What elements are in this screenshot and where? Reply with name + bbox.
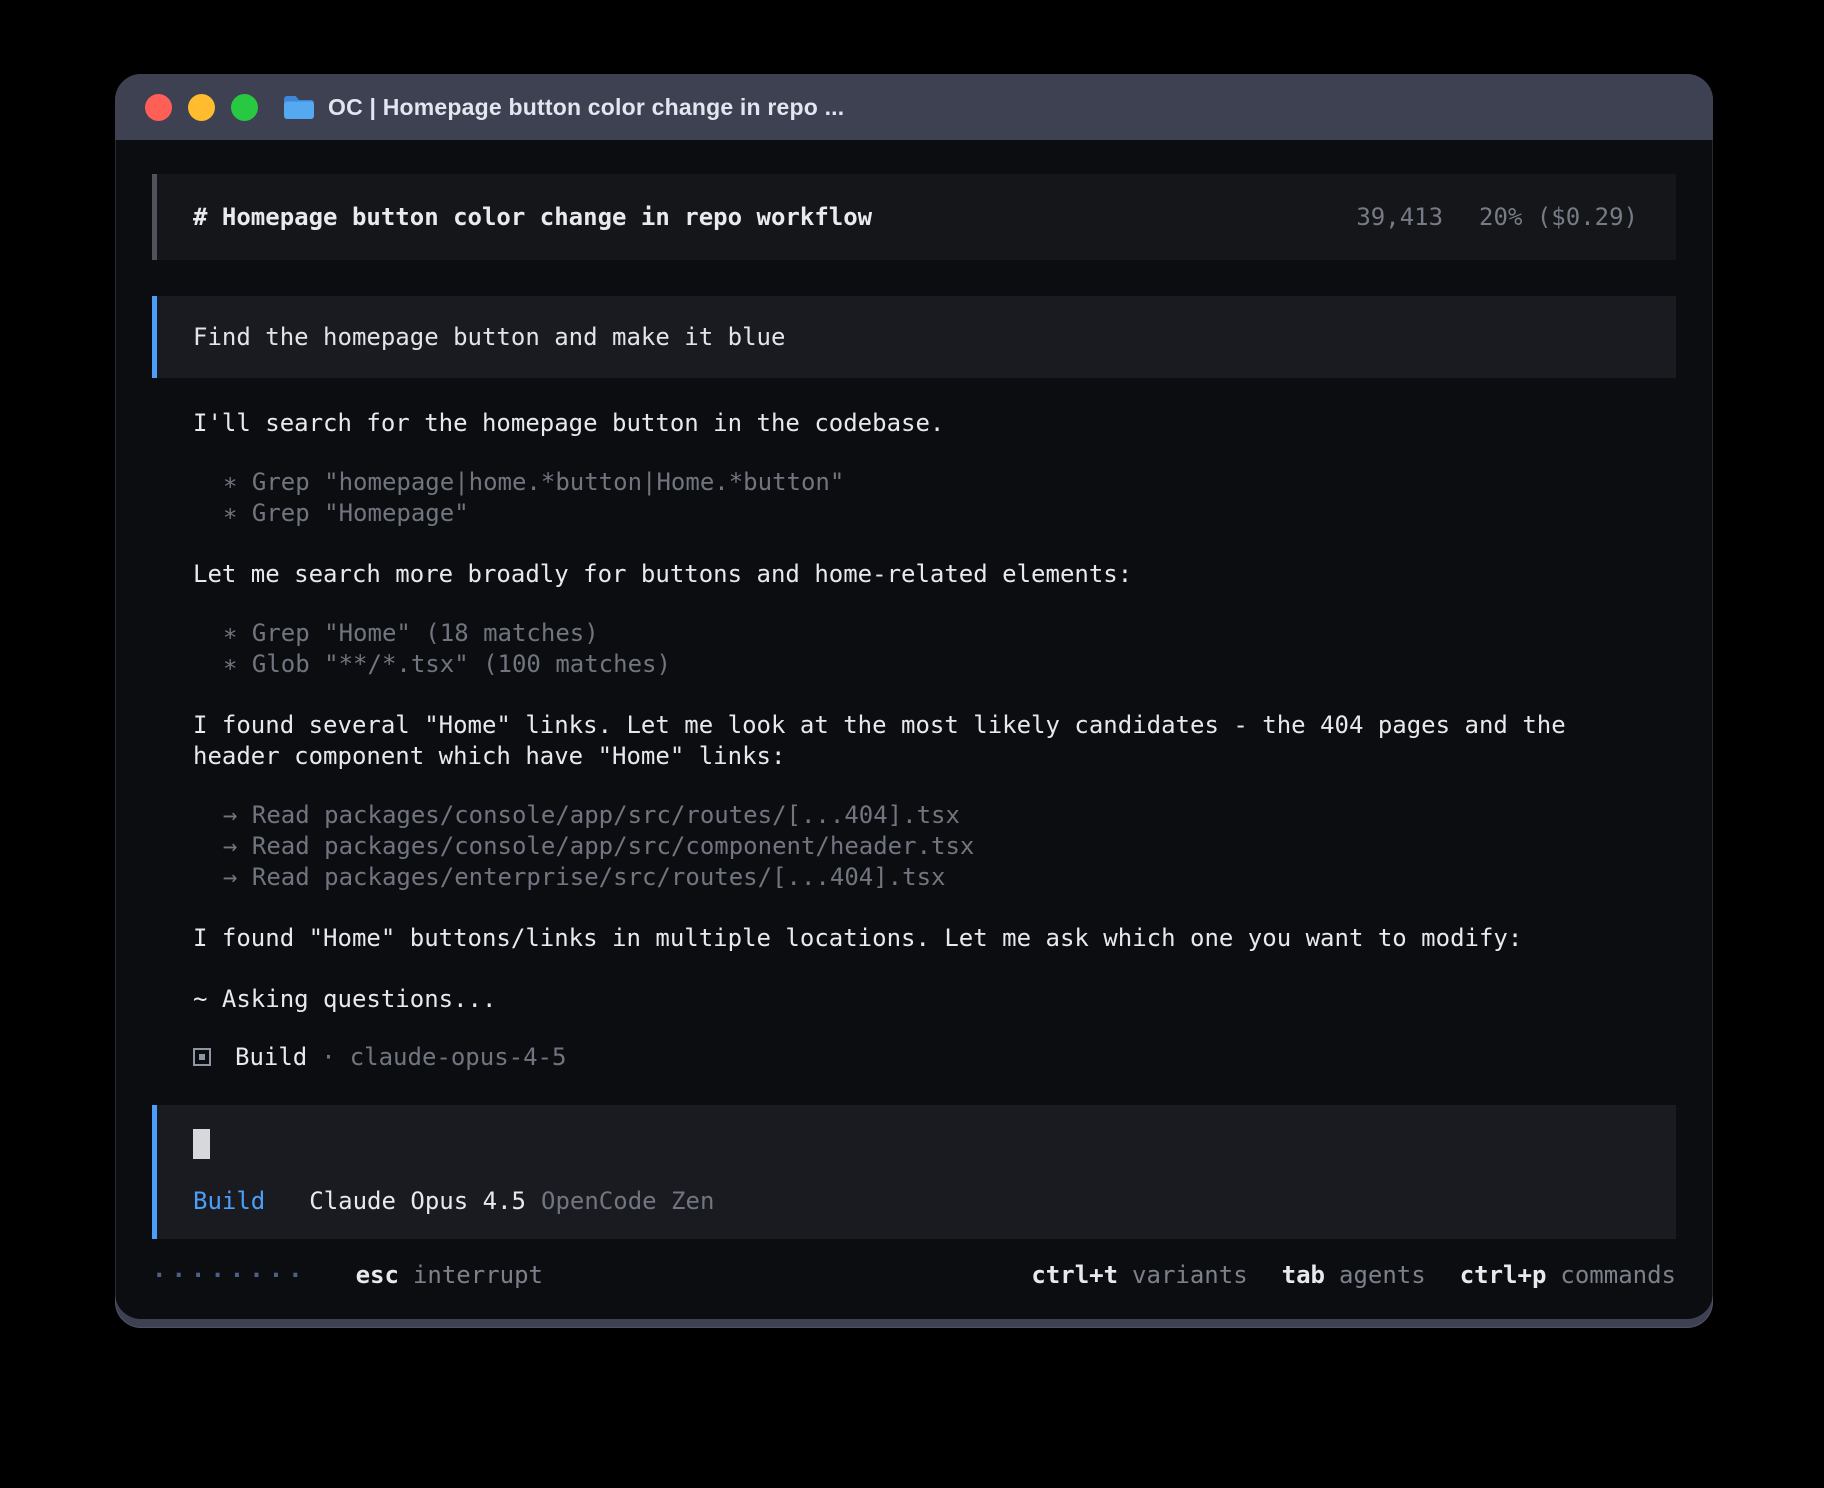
context-usage: 20% ($0.29) [1479,203,1638,231]
agent-model: claude-opus-4-5 [350,1043,567,1071]
session-header: # Homepage button color change in repo w… [152,174,1676,260]
tool-call-group: ∗ Grep "Home" (18 matches) ∗ Glob "**/*.… [193,618,1676,680]
tool-call-line: → Read packages/enterprise/src/routes/[.… [193,862,1676,893]
tool-call-line: ∗ Grep "Home" (18 matches) [193,618,1676,649]
agent-status-icon [193,1048,211,1066]
prompt-input[interactable]: Build Claude Opus 4.5 OpenCode Zen [152,1105,1676,1239]
shortcut-label: agents [1339,1261,1426,1289]
tool-call-line: ∗ Glob "**/*.tsx" (100 matches) [193,649,1676,680]
shortcut-commands: ctrl+p commands [1460,1261,1676,1289]
mode-label[interactable]: Build [193,1187,265,1215]
zoom-window-button[interactable] [231,94,258,121]
separator-dot: · [321,1043,335,1071]
provider-label: OpenCode Zen [541,1187,714,1215]
session-stats: 39,413 20% ($0.29) [1356,203,1638,231]
terminal-content: # Homepage button color change in repo w… [115,140,1713,1289]
user-message-text: Find the homepage button and make it blu… [193,323,785,351]
shortcut-key: ctrl+t [1031,1261,1118,1289]
close-window-button[interactable] [145,94,172,121]
tool-call-group: → Read packages/console/app/src/routes/[… [193,800,1676,893]
agent-name: Build [235,1043,307,1071]
assistant-text: Let me search more broadly for buttons a… [193,559,1653,590]
session-title: # Homepage button color change in repo w… [193,203,872,231]
tool-call-line: → Read packages/console/app/src/componen… [193,831,1676,862]
tool-call-line: ∗ Grep "homepage|home.*button|Home.*butt… [193,467,1676,498]
statusbar: ········ esc interrupt ctrl+t variants t… [152,1261,1676,1289]
minimize-window-button[interactable] [188,94,215,121]
text-cursor [193,1129,210,1159]
window-title: OC | Homepage button color change in rep… [328,94,844,121]
esc-key-label: interrupt [413,1261,543,1289]
input-meta: Build Claude Opus 4.5 OpenCode Zen [193,1187,1676,1215]
esc-key-hint: esc [356,1261,399,1289]
window-controls [145,94,258,121]
spinner-dots-icon: ········ [152,1261,308,1289]
assistant-text: I'll search for the homepage button in t… [193,408,1653,439]
model-label[interactable]: Claude Opus 4.5 [309,1187,526,1215]
assistant-text: I found several "Home" links. Let me loo… [193,710,1653,772]
token-count: 39,413 [1356,203,1443,231]
shortcut-agents: tab agents [1282,1261,1426,1289]
shortcut-variants: ctrl+t variants [1031,1261,1247,1289]
terminal-window: OC | Homepage button color change in rep… [115,74,1713,1328]
statusbar-right: ctrl+t variants tab agents ctrl+p comman… [1031,1261,1676,1289]
shortcut-key: ctrl+p [1460,1261,1547,1289]
tool-call-line: ∗ Grep "Homepage" [193,498,1676,529]
titlebar[interactable]: OC | Homepage button color change in rep… [115,74,1713,140]
shortcut-label: variants [1132,1261,1248,1289]
statusbar-left: ········ esc interrupt [152,1261,543,1289]
folder-icon [282,94,316,121]
shortcut-label: commands [1560,1261,1676,1289]
tool-call-group: ∗ Grep "homepage|home.*button|Home.*butt… [193,467,1676,529]
tool-call-line: → Read packages/console/app/src/routes/[… [193,800,1676,831]
assistant-text: I found "Home" buttons/links in multiple… [193,923,1653,954]
assistant-status-line: ~ Asking questions... [193,984,1653,1015]
user-message: Find the homepage button and make it blu… [152,296,1676,378]
shortcut-key: tab [1282,1261,1325,1289]
agent-attribution: Build · claude-opus-4-5 [193,1043,1676,1071]
